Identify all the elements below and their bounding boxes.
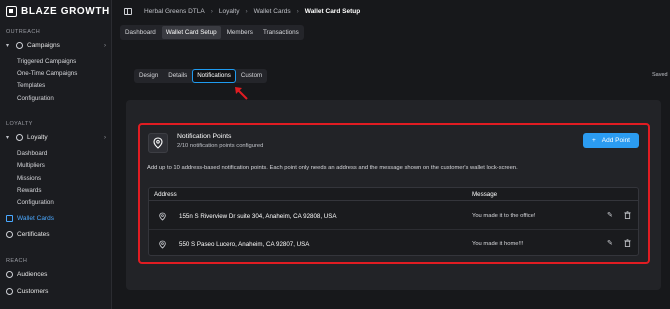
table-header: Address Message (149, 188, 638, 201)
tab-details[interactable]: Details (164, 70, 191, 82)
plus-icon: + (592, 137, 596, 144)
sidebar-item-label: Certificates (17, 231, 50, 238)
sidebar-toggle-icon[interactable] (124, 7, 132, 15)
tab-design[interactable]: Design (135, 70, 162, 82)
sidebar-item-customers[interactable]: Customers (6, 288, 48, 295)
sidebar-item-multipliers[interactable]: Multipliers (17, 162, 45, 169)
chevron-right-icon: › (104, 134, 106, 141)
column-header-address: Address (154, 191, 177, 198)
sidebar-item-audiences[interactable]: Audiences (6, 271, 47, 278)
section-subtitle: 2/10 notification points configured (177, 143, 264, 149)
sidebar: BLAZE GROWTH OUTREACH ▾ Campaigns › Trig… (0, 0, 112, 309)
tab-dashboard[interactable]: Dashboard (121, 26, 160, 39)
tab-transactions[interactable]: Transactions (259, 26, 303, 39)
sidebar-item-label: Wallet Cards (17, 215, 54, 222)
pencil-icon[interactable]: ✎ (607, 239, 613, 247)
save-status: Saved (652, 72, 668, 78)
tab-custom[interactable]: Custom (237, 70, 266, 82)
location-pin-icon (159, 212, 166, 223)
chevron-down-icon: ▾ (6, 135, 10, 141)
message-cell: You made it home!!! (472, 241, 524, 247)
add-point-label: Add Point (601, 137, 630, 144)
notification-points-table: Address Message 155n S Riverview Dr suit… (148, 187, 639, 256)
breadcrumb-item[interactable]: Herbal Greens DTLA (144, 8, 205, 15)
loyalty-icon (16, 134, 23, 141)
campaigns-icon (16, 42, 23, 49)
sidebar-item-loyalty[interactable]: ▾ Loyalty › (6, 134, 106, 141)
add-point-button[interactable]: + Add Point (583, 133, 639, 148)
tab-members[interactable]: Members (223, 26, 257, 39)
location-pin-icon (148, 133, 168, 153)
breadcrumb: Herbal Greens DTLA › Loyalty › Wallet Ca… (112, 0, 670, 22)
tab-wallet-card-setup[interactable]: Wallet Card Setup (161, 26, 221, 39)
sidebar-item-triggered-campaigns[interactable]: Triggered Campaigns (17, 58, 76, 65)
breadcrumb-separator-icon: › (210, 7, 213, 15)
sidebar-item-label: Campaigns (27, 42, 60, 49)
sidebar-item-dashboard[interactable]: Dashboard (17, 150, 47, 157)
sidebar-item-templates[interactable]: Templates (17, 82, 45, 89)
section-label-outreach: OUTREACH (6, 29, 41, 35)
wallet-icon (6, 215, 13, 222)
chevron-down-icon: ▾ (6, 43, 10, 49)
customers-icon (6, 288, 13, 295)
sidebar-item-wallet-cards[interactable]: Wallet Cards (6, 215, 54, 222)
chevron-right-icon: › (104, 42, 106, 49)
breadcrumb-item[interactable]: Loyalty (219, 8, 240, 15)
page-tabs: Dashboard Wallet Card Setup Members Tran… (120, 25, 304, 40)
app-root: BLAZE GROWTH OUTREACH ▾ Campaigns › Trig… (0, 0, 670, 309)
breadcrumb-separator-icon: › (296, 7, 299, 15)
certificate-icon (6, 231, 13, 238)
message-cell: You made it to the office! (472, 213, 536, 219)
sidebar-item-loyalty-configuration[interactable]: Configuration (17, 199, 54, 206)
column-header-message: Message (472, 191, 498, 198)
sidebar-item-label: Customers (17, 288, 49, 295)
tab-notifications[interactable]: Notifications (192, 69, 236, 83)
section-label-loyalty: LOYALTY (6, 121, 33, 127)
sidebar-item-label: Loyalty (27, 134, 48, 141)
location-pin-icon (159, 240, 166, 251)
section-label-reach: REACH (6, 258, 28, 264)
breadcrumb-item[interactable]: Wallet Cards (254, 8, 291, 15)
sidebar-item-rewards[interactable]: Rewards (17, 187, 41, 194)
breadcrumb-separator-icon: › (245, 7, 248, 15)
sidebar-item-campaigns[interactable]: ▾ Campaigns › (6, 42, 106, 49)
address-cell: 550 S Paseo Lucero, Anaheim, CA 92807, U… (179, 241, 310, 248)
sidebar-item-missions[interactable]: Missions (17, 175, 41, 182)
sidebar-item-one-time-campaigns[interactable]: One-Time Campaigns (17, 70, 77, 77)
breadcrumb-current: Wallet Card Setup (304, 7, 361, 15)
brand-name: BLAZE GROWTH (21, 5, 110, 17)
brand-logo[interactable]: BLAZE GROWTH (6, 4, 110, 18)
logo-icon (6, 5, 17, 17)
trash-icon[interactable] (624, 239, 631, 249)
address-cell: 155n S Riverview Dr suite 304, Anaheim, … (179, 213, 337, 220)
section-title: Notification Points (177, 133, 232, 140)
setup-tabs: Design Details Notifications Custom (134, 69, 268, 83)
sidebar-item-certificates[interactable]: Certificates (6, 231, 50, 238)
table-row: 155n S Riverview Dr suite 304, Anaheim, … (149, 202, 638, 229)
pencil-icon[interactable]: ✎ (607, 211, 613, 219)
table-row: 550 S Paseo Lucero, Anaheim, CA 92807, U… (149, 229, 638, 256)
sidebar-item-label: Audiences (17, 271, 48, 278)
trash-icon[interactable] (624, 211, 631, 221)
audiences-icon (6, 271, 13, 278)
sidebar-item-campaign-configuration[interactable]: Configuration (17, 95, 54, 102)
section-description: Add up to 10 address-based notification … (147, 165, 518, 171)
